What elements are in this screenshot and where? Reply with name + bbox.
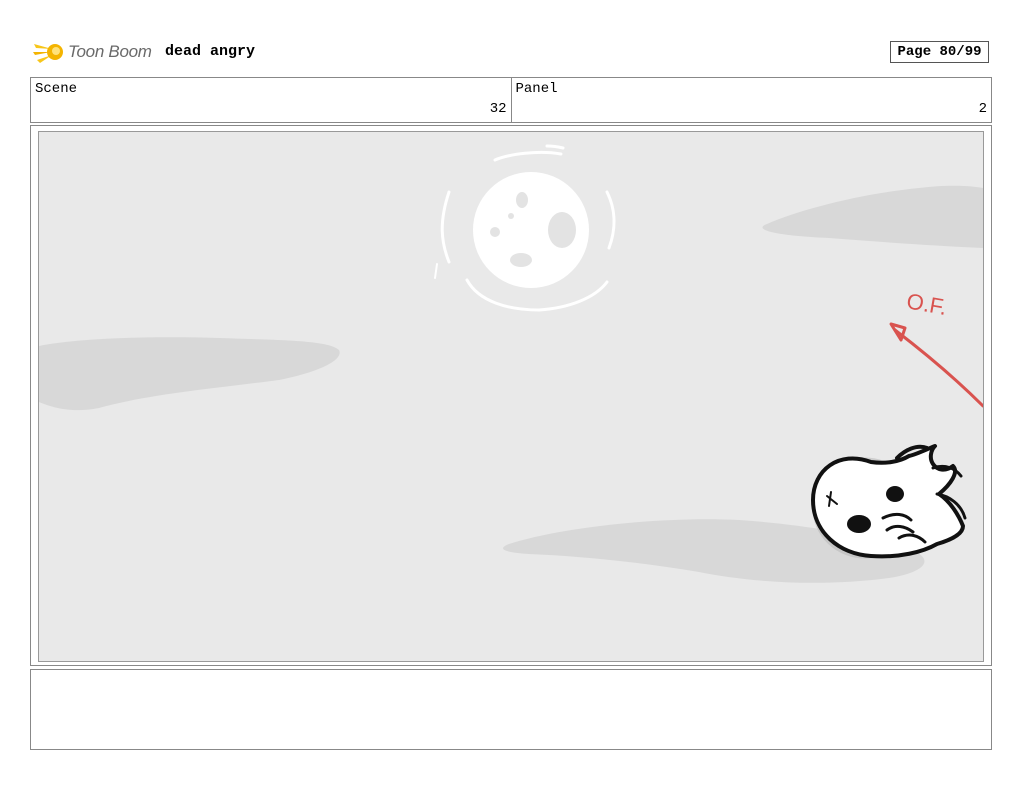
scene-label: Scene (35, 81, 78, 97)
page-indicator: Page 80/99 (890, 41, 989, 63)
panel-value: 2 (978, 101, 987, 117)
panel-frame: O.F. (30, 125, 992, 666)
cloud-left (39, 337, 340, 411)
cloud-top-right (762, 185, 983, 248)
project-title: dead angry (165, 43, 256, 60)
moon-drawing (434, 144, 616, 312)
scene-panel-info: Scene 32 Panel 2 (30, 77, 992, 123)
brand-name: Toon Boom (68, 42, 152, 61)
sketch-canvas: O.F. (39, 144, 983, 583)
annotation-arrow (893, 328, 983, 408)
character-head-drawing (811, 444, 967, 559)
panel-cell: Panel 2 (510, 78, 992, 122)
comet-logo-icon (33, 44, 63, 63)
panel-label: Panel (515, 81, 558, 97)
toon-boom-logo: Toon Boom (32, 36, 152, 68)
scene-value: 32 (489, 101, 507, 117)
notes-box (30, 669, 992, 750)
scene-cell: Scene 32 (31, 78, 511, 122)
panel-drawing: O.F. (38, 131, 984, 662)
offscreen-annotation: O.F. (905, 288, 949, 320)
